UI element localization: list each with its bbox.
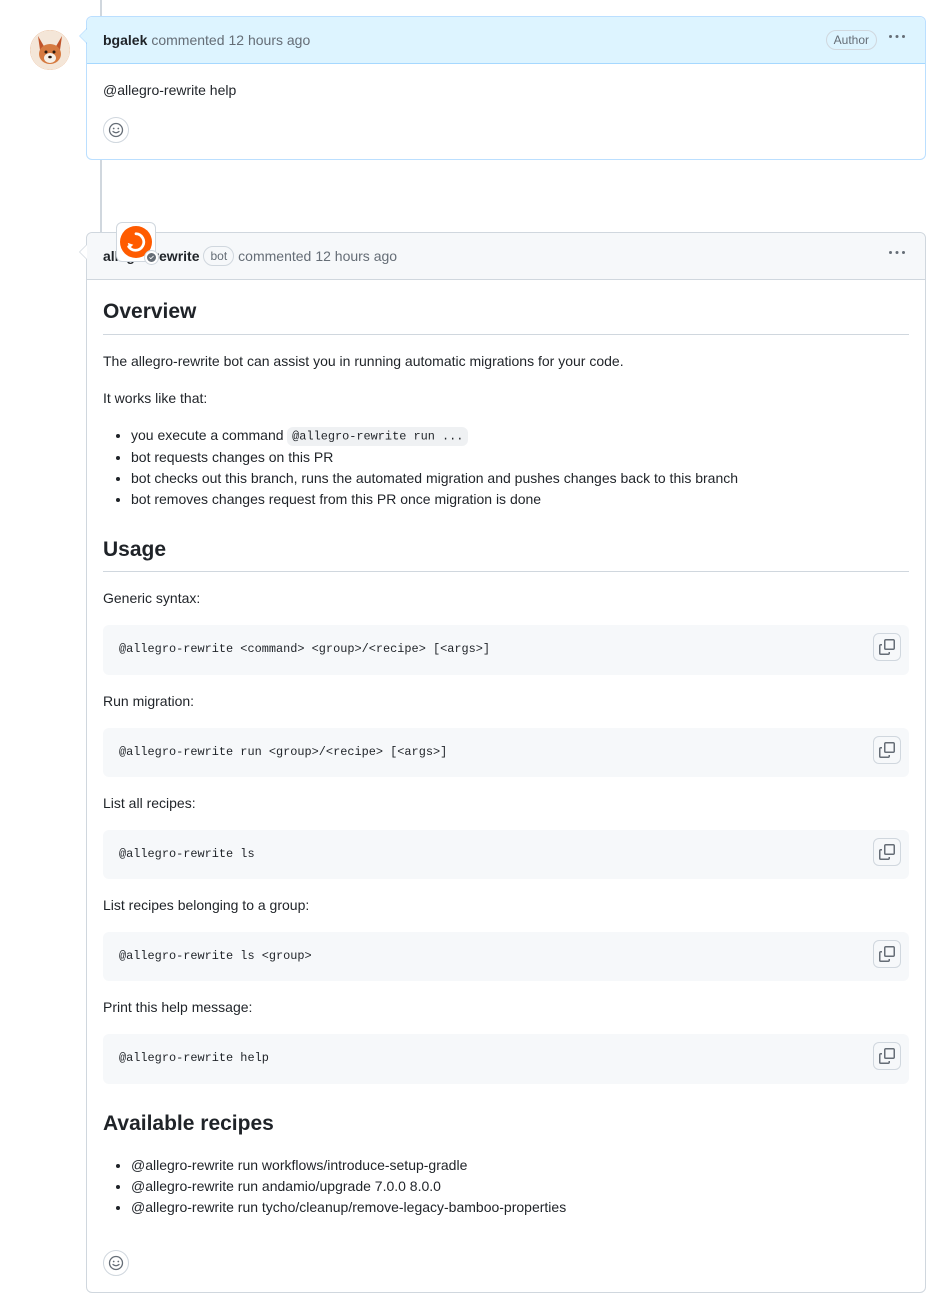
list-item: @allegro-rewrite run tycho/cleanup/remov… (131, 1197, 909, 1218)
code-block: @allegro-rewrite ls (103, 830, 909, 879)
avatar[interactable] (116, 222, 156, 262)
list-item: bot removes changes request from this PR… (131, 489, 909, 510)
bot-badge-icon (144, 250, 159, 265)
bot-label: bot (203, 246, 234, 266)
list-item: you execute a command @allegro-rewrite r… (131, 425, 909, 447)
comment-timestamp[interactable]: 12 hours ago (229, 30, 311, 51)
comment-body: @allegro-rewrite help (87, 64, 925, 117)
heading-recipes: Available recipes (103, 1108, 909, 1140)
comment-text: @allegro-rewrite help (103, 80, 909, 101)
copy-button[interactable] (873, 838, 901, 866)
comment-header: allegro-rewrite bot commented 12 hours a… (87, 233, 925, 280)
copy-button[interactable] (873, 633, 901, 661)
comment-header: bgalek commented 12 hours ago Author (87, 17, 925, 64)
comment-item: bgalek commented 12 hours ago Author @al… (0, 0, 944, 160)
recipes-list: @allegro-rewrite run workflows/introduce… (103, 1155, 909, 1218)
text: List all recipes: (103, 793, 909, 814)
comment-timestamp[interactable]: 12 hours ago (315, 246, 397, 267)
list-item: bot requests changes on this PR (131, 447, 909, 468)
text: Generic syntax: (103, 588, 909, 609)
text: Print this help message: (103, 997, 909, 1018)
copy-button[interactable] (873, 940, 901, 968)
list-item: bot checks out this branch, runs the aut… (131, 468, 909, 489)
add-reaction-button[interactable] (103, 1250, 129, 1276)
add-reaction-button[interactable] (103, 117, 129, 143)
heading-overview: Overview (103, 296, 909, 335)
code-block: @allegro-rewrite ls <group> (103, 932, 909, 981)
avatar[interactable] (30, 30, 70, 70)
comment-author[interactable]: bgalek (103, 30, 147, 51)
code-block: @allegro-rewrite run <group>/<recipe> [<… (103, 728, 909, 777)
copy-button[interactable] (873, 1042, 901, 1070)
comment-body: Overview The allegro-rewrite bot can ass… (87, 280, 925, 1250)
comment-box: allegro-rewrite bot commented 12 hours a… (86, 232, 926, 1293)
text: The allegro-rewrite bot can assist you i… (103, 351, 909, 372)
comment-action: commented (238, 246, 311, 267)
steps-list: you execute a command @allegro-rewrite r… (103, 425, 909, 510)
comment-item: allegro-rewrite bot commented 12 hours a… (0, 176, 944, 1293)
comment-action: commented (151, 30, 224, 51)
comment-box: bgalek commented 12 hours ago Author @al… (86, 16, 926, 160)
code-block: @allegro-rewrite help (103, 1034, 909, 1083)
text: List recipes belonging to a group: (103, 895, 909, 916)
code-block: @allegro-rewrite <command> <group>/<reci… (103, 625, 909, 674)
kebab-icon[interactable] (885, 241, 909, 271)
heading-usage: Usage (103, 534, 909, 573)
text: It works like that: (103, 388, 909, 409)
reaction-bar (87, 117, 925, 159)
text: Run migration: (103, 691, 909, 712)
list-item: @allegro-rewrite run workflows/introduce… (131, 1155, 909, 1176)
reaction-bar (87, 1250, 925, 1292)
kebab-icon[interactable] (885, 25, 909, 55)
author-badge: Author (826, 30, 877, 50)
copy-button[interactable] (873, 736, 901, 764)
list-item: @allegro-rewrite run andamio/upgrade 7.0… (131, 1176, 909, 1197)
inline-code: @allegro-rewrite run ... (287, 427, 468, 446)
